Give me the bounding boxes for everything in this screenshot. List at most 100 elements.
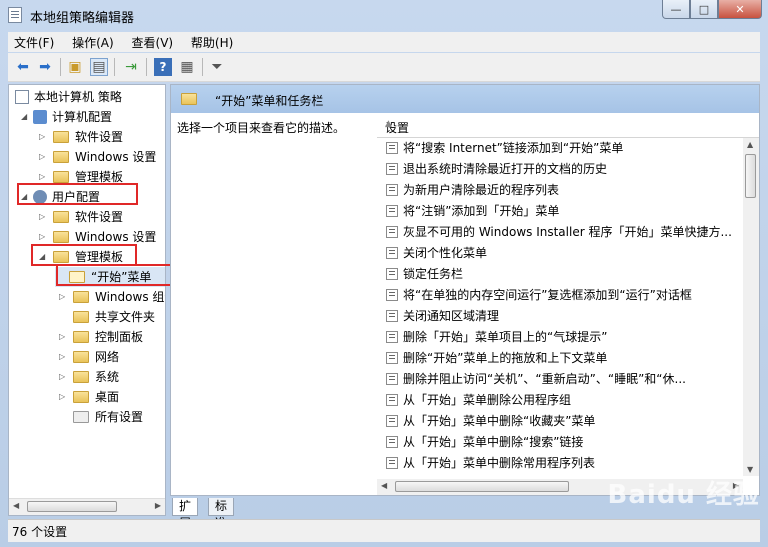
table-row[interactable]: 锁定任务栏 bbox=[377, 264, 743, 285]
tree-item-label: 控制面板 bbox=[95, 330, 144, 344]
tree-horizontal-scrollbar[interactable]: ◀ ▶ bbox=[9, 498, 165, 515]
tree-network[interactable]: ▷ 网络 bbox=[59, 347, 119, 367]
table-row[interactable]: 删除“开始”菜单上的拖放和上下文菜单 bbox=[377, 348, 743, 369]
setting-label: 关闭个性化菜单 bbox=[403, 246, 488, 260]
scroll-left-icon[interactable]: ◀ bbox=[13, 501, 19, 510]
setting-label: 从「开始」菜单中删除“搜索”链接 bbox=[403, 435, 584, 449]
show-hide-tree-icon[interactable]: ▤ bbox=[90, 58, 108, 76]
minimize-button[interactable]: — bbox=[662, 0, 690, 19]
setting-icon bbox=[386, 351, 398, 364]
menu-help[interactable]: 帮助(H) bbox=[185, 32, 239, 53]
tree-cc-software[interactable]: ▷ 软件设置 bbox=[39, 127, 123, 147]
column-header-settings[interactable]: 设置 ▲ bbox=[377, 115, 759, 138]
forward-arrow-icon[interactable]: ➡ bbox=[36, 58, 54, 76]
tab-extended[interactable]: 扩展 bbox=[172, 498, 199, 530]
setting-icon bbox=[386, 162, 398, 175]
tab-standard[interactable]: 标准 bbox=[208, 498, 235, 530]
expand-arrow-icon[interactable]: ▷ bbox=[59, 367, 65, 387]
all-settings-icon bbox=[73, 410, 89, 423]
export-list-icon[interactable]: ⇥ bbox=[122, 58, 140, 76]
filter-icon[interactable]: ⏷ bbox=[208, 58, 226, 76]
tree-control-panel[interactable]: ▷ 控制面板 bbox=[59, 327, 143, 347]
folder-icon bbox=[73, 390, 89, 403]
tree-root[interactable]: 本地计算机 策略 bbox=[15, 87, 122, 107]
setting-icon bbox=[386, 309, 398, 322]
folder-icon bbox=[73, 310, 89, 323]
toolbar-separator bbox=[202, 58, 203, 76]
table-row[interactable]: 从「开始」菜单中删除“搜索”链接 bbox=[377, 432, 743, 453]
back-arrow-icon[interactable]: ⬅ bbox=[14, 58, 32, 76]
tree-item-label: 管理模板 bbox=[75, 170, 124, 184]
expand-arrow-icon[interactable]: ▷ bbox=[59, 327, 65, 347]
tree-item-label: 所有设置 bbox=[95, 410, 144, 424]
table-row[interactable]: 将“注销”添加到「开始」菜单 bbox=[377, 201, 743, 222]
tree-cc-windows[interactable]: ▷ Windows 设置 bbox=[39, 147, 156, 167]
expand-arrow-icon[interactable]: ▷ bbox=[59, 387, 65, 407]
folder-icon bbox=[53, 210, 69, 223]
scroll-thumb[interactable] bbox=[745, 154, 756, 198]
setting-icon bbox=[386, 204, 398, 217]
table-row[interactable]: 将“搜索 Internet”链接添加到“开始”菜单 bbox=[377, 138, 743, 159]
menu-view[interactable]: 查看(V) bbox=[126, 32, 180, 53]
table-row[interactable]: 退出系统时清除最近打开的文档的历史 bbox=[377, 159, 743, 180]
setting-icon bbox=[386, 288, 398, 301]
scroll-up-icon[interactable]: ▲ bbox=[747, 140, 753, 149]
window-title: 本地组策略编辑器 bbox=[30, 11, 135, 26]
table-row[interactable]: 从「开始」菜单中删除“收藏夹”菜单 bbox=[377, 411, 743, 432]
table-row[interactable]: 将“在单独的内存空间运行”复选框添加到“运行”对话框 bbox=[377, 285, 743, 306]
expand-arrow-icon[interactable]: ▷ bbox=[39, 207, 45, 227]
tree-uc-software[interactable]: ▷ 软件设置 bbox=[39, 207, 123, 227]
maximize-button[interactable]: □ bbox=[690, 0, 718, 19]
collapse-arrow-icon[interactable]: ◢ bbox=[21, 107, 27, 127]
table-row[interactable]: 从「开始」菜单中删除常用程序列表 bbox=[377, 453, 743, 474]
tree-desktop[interactable]: ▷ 桌面 bbox=[59, 387, 119, 407]
setting-icon bbox=[386, 372, 398, 385]
tree-windows-components[interactable]: ▷ Windows 组件 bbox=[59, 287, 165, 307]
menu-action[interactable]: 操作(A) bbox=[66, 32, 120, 53]
table-row[interactable]: 删除并阻止访问“关机”、“重新启动”、“睡眠”和“休... bbox=[377, 369, 743, 390]
expand-arrow-icon[interactable]: ▷ bbox=[59, 287, 65, 307]
table-row[interactable]: 删除「开始」菜单项目上的“气球提示” bbox=[377, 327, 743, 348]
table-row[interactable]: 关闭个性化菜单 bbox=[377, 243, 743, 264]
table-row[interactable]: 从「开始」菜单删除公用程序组 bbox=[377, 390, 743, 411]
help-icon[interactable]: ? bbox=[154, 58, 172, 76]
details-header: “开始”菜单和任务栏 bbox=[171, 85, 759, 113]
properties-icon[interactable]: ▦ bbox=[178, 58, 196, 76]
scroll-right-icon[interactable]: ▶ bbox=[155, 501, 161, 510]
window-controls: — □ ✕ bbox=[662, 0, 762, 20]
tree-item-label: Windows 设置 bbox=[75, 230, 157, 244]
sort-arrow-icon: ▲ bbox=[385, 119, 392, 129]
app-icon bbox=[8, 7, 22, 23]
tree-shared-folders[interactable]: 共享文件夹 bbox=[59, 307, 155, 327]
up-folder-icon[interactable]: ▣ bbox=[66, 58, 84, 76]
highlight-box bbox=[31, 244, 137, 266]
table-row[interactable]: 为新用户清除最近的程序列表 bbox=[377, 180, 743, 201]
scroll-left-icon[interactable]: ◀ bbox=[381, 481, 387, 490]
expand-arrow-icon[interactable]: ▷ bbox=[39, 127, 45, 147]
tree-system[interactable]: ▷ 系统 bbox=[59, 367, 119, 387]
policy-icon bbox=[15, 89, 29, 104]
close-button[interactable]: ✕ bbox=[718, 0, 762, 19]
toolbar-separator bbox=[114, 58, 115, 76]
tree-pane[interactable]: 本地计算机 策略 ◢ 计算机配置 ▷ 软件设置 ▷ Windows 设置 ▷ 管… bbox=[8, 84, 166, 516]
table-row[interactable]: 灰显不可用的 Windows Installer 程序「开始」菜单快捷方... bbox=[377, 222, 743, 243]
setting-label: 灰显不可用的 Windows Installer 程序「开始」菜单快捷方... bbox=[403, 225, 732, 239]
scroll-down-icon[interactable]: ▼ bbox=[747, 465, 753, 474]
settings-vertical-scrollbar[interactable]: ▲ ▼ bbox=[743, 138, 759, 476]
tree-computer-config[interactable]: ◢ 计算机配置 bbox=[21, 107, 112, 127]
expand-arrow-icon[interactable]: ▷ bbox=[39, 147, 45, 167]
settings-rows: 将“搜索 Internet”链接添加到“开始”菜单 退出系统时清除最近打开的文档… bbox=[377, 138, 743, 474]
setting-icon bbox=[386, 225, 398, 238]
setting-label: 将“在单独的内存空间运行”复选框添加到“运行”对话框 bbox=[403, 288, 692, 302]
tree-all-settings[interactable]: 所有设置 bbox=[59, 407, 143, 427]
scroll-thumb[interactable] bbox=[27, 501, 117, 512]
setting-label: 删除并阻止访问“关机”、“重新启动”、“睡眠”和“休... bbox=[403, 372, 686, 386]
menu-file[interactable]: 文件(F) bbox=[8, 32, 60, 53]
table-row[interactable]: 关闭通知区域清理 bbox=[377, 306, 743, 327]
expand-arrow-icon[interactable]: ▷ bbox=[59, 347, 65, 367]
highlight-box bbox=[17, 183, 138, 205]
tree-item-label: 桌面 bbox=[95, 390, 120, 404]
settings-list: 设置 ▲ 将“搜索 Internet”链接添加到“开始”菜单 退出系统时清除最近… bbox=[377, 115, 759, 495]
title-bar[interactable]: 本地组策略编辑器 — □ ✕ bbox=[0, 0, 768, 30]
scroll-thumb[interactable] bbox=[395, 481, 569, 492]
